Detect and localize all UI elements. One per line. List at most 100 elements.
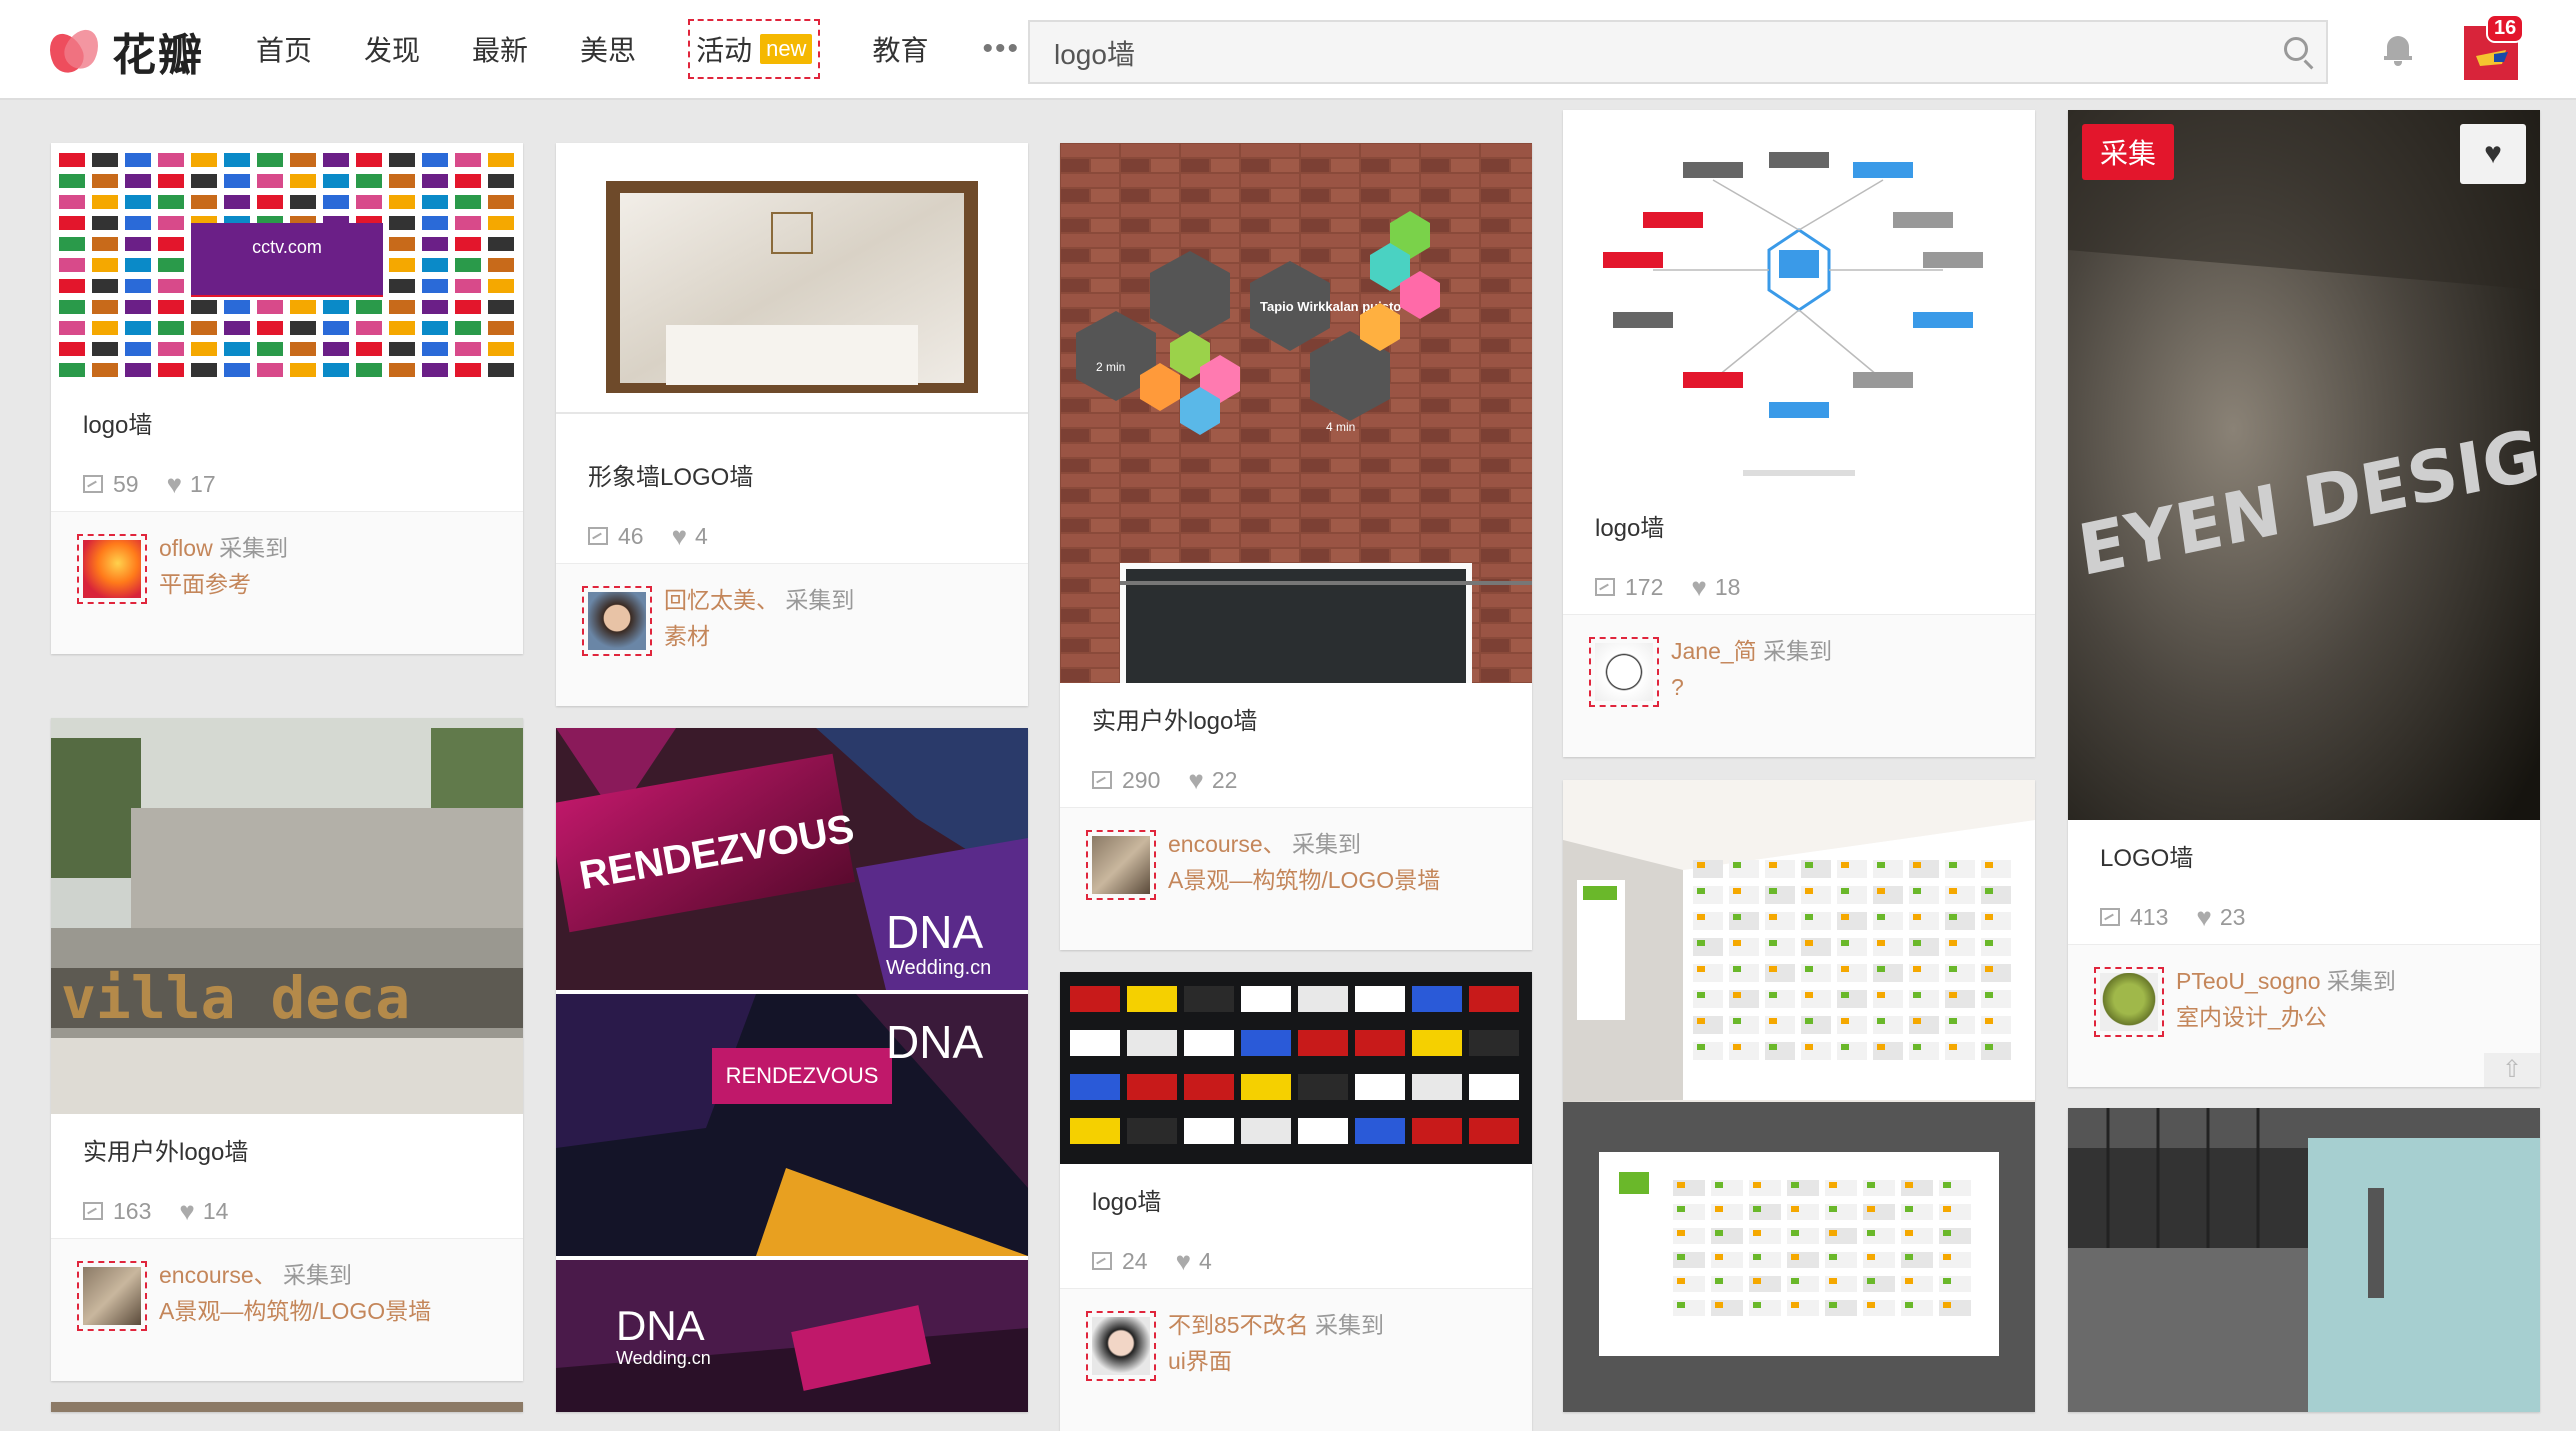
notification-count-badge: 16 <box>2486 14 2525 43</box>
user-avatar[interactable] <box>1589 637 1659 707</box>
dna-sub-text-3: Wedding.cn <box>616 1348 711 1368</box>
user-link[interactable]: PTeoU_sogno <box>2176 968 2321 994</box>
pin-card[interactable]: Tapio Wirkkalan puisto 2 min 4 min 实用户外l… <box>1060 143 1532 950</box>
action-text: 采集到 <box>1314 1312 1384 1338</box>
board-link[interactable]: ui界面 <box>1168 1343 1384 1379</box>
pin-card[interactable]: EYEN DESIGN 采集 ♥ LOGO墙 413 ♥ 23 PTeoU_sog… <box>2068 110 2540 1087</box>
like-count: 18 <box>1714 573 1741 600</box>
pin-title[interactable]: logo墙 <box>1563 490 2035 560</box>
repin-count: 172 <box>1625 573 1664 600</box>
dna-sub-text: Wedding.cn <box>886 957 991 979</box>
user-avatar[interactable] <box>2094 967 2164 1037</box>
user-avatar[interactable] <box>77 1261 147 1331</box>
nav-latest[interactable]: 最新 <box>472 29 528 69</box>
user-link[interactable]: 不到85不改名 <box>1168 1312 1309 1338</box>
pin-title[interactable]: logo墙 <box>51 387 523 457</box>
pin-image[interactable] <box>1563 780 2035 1412</box>
nav-meisi[interactable]: 美思 <box>580 29 636 69</box>
user-avatar[interactable] <box>77 534 147 604</box>
repin-icon <box>588 527 608 545</box>
pin-via: Jane_简 采集到? <box>1563 614 2035 757</box>
logo-text: 花瓣 <box>112 30 204 81</box>
user-avatar[interactable] <box>1086 1311 1156 1381</box>
pin-card[interactable] <box>1563 780 2035 1412</box>
search-icon[interactable] <box>2284 37 2308 61</box>
action-text: 采集到 <box>219 535 289 561</box>
pin-via: 不到85不改名 采集到 ui界面 <box>1060 1288 1532 1431</box>
board-link[interactable]: A景观—构筑物/LOGO景墙 <box>1168 862 1440 898</box>
nav-activity[interactable]: 活动 new <box>688 19 821 79</box>
more-icon[interactable]: ••• <box>982 32 1020 66</box>
heart-icon: ♥ <box>671 520 688 551</box>
like-count: 4 <box>695 522 708 549</box>
pin-card[interactable]: 形象墙LOGO墙 46 ♥ 4 回忆太美、 采集到 素材 <box>556 143 1028 706</box>
pin-image[interactable] <box>51 1402 523 1412</box>
collect-button[interactable]: 采集 <box>2082 124 2175 180</box>
pin-title[interactable]: 形象墙LOGO墙 <box>556 439 1028 509</box>
pin-via: PTeoU_sogno 采集到 室内设计_办公 ⇧ <box>2068 944 2540 1087</box>
cctv-text: cctv.com <box>252 237 322 257</box>
pin-stats: 290 ♥ 22 <box>1060 753 1532 807</box>
user-avatar[interactable] <box>1086 830 1156 900</box>
share-icon[interactable]: ⇧ <box>2484 1053 2540 1087</box>
min2-text: 2 min <box>1096 360 1125 374</box>
top-bar: 花瓣 首页 发现 最新 美思 活动new 教育 ••• 16 <box>0 0 2576 100</box>
like-count: 4 <box>1199 1247 1212 1274</box>
pin-card[interactable] <box>51 1402 523 1412</box>
pin-card[interactable]: cctv.com logo墙 59 ♥ 17 oflow 采集到平面参考 <box>51 143 523 654</box>
search-box <box>1028 20 2328 84</box>
pin-image[interactable]: EYEN DESIGN 采集 ♥ <box>2068 110 2540 820</box>
pin-card[interactable]: logo墙 172 ♥ 18 Jane_简 采集到? <box>1563 110 2035 757</box>
bell-icon[interactable] <box>2384 34 2412 66</box>
like-button[interactable]: ♥ <box>2460 124 2526 184</box>
nav-activity-label: 活动 <box>696 35 753 66</box>
heart-icon: ♥ <box>1691 571 1707 602</box>
pin-image[interactable]: cctv.com <box>51 143 523 387</box>
pin-image[interactable]: RENDEZVOUS DNA Wedding.cn RENDEZVOUS DNA… <box>556 728 1028 1412</box>
user-link[interactable]: 回忆太美、 <box>664 587 779 613</box>
repin-icon <box>83 1202 103 1220</box>
board-link[interactable]: 素材 <box>664 618 854 654</box>
nav-discover[interactable]: 发现 <box>364 29 420 69</box>
like-count: 14 <box>202 1197 229 1224</box>
pin-via: encourse、 采集到 A景观—构筑物/LOGO景墙 <box>51 1238 523 1381</box>
pin-stats: 59 ♥ 17 <box>51 457 523 511</box>
board-link[interactable]: 室内设计_办公 <box>2176 999 2396 1035</box>
user-link[interactable]: Jane_简 <box>1671 638 1757 664</box>
action-text: 采集到 <box>1292 831 1362 857</box>
pin-image[interactable] <box>556 143 1028 439</box>
pin-card[interactable] <box>2068 1108 2540 1412</box>
board-link[interactable]: ? <box>1671 669 1832 705</box>
pin-stats: 24 ♥ 4 <box>1060 1234 1532 1288</box>
new-badge: new <box>760 34 813 64</box>
rendezvous-sign-text: RENDEZVOUS <box>726 1063 879 1088</box>
user-avatar[interactable] <box>582 586 652 656</box>
pin-title[interactable]: 实用户外logo墙 <box>51 1114 523 1184</box>
pin-title[interactable]: logo墙 <box>1060 1164 1532 1234</box>
pin-card[interactable]: RENDEZVOUS DNA Wedding.cn RENDEZVOUS DNA… <box>556 728 1028 1412</box>
repin-icon <box>83 475 103 493</box>
logo[interactable]: 花瓣 <box>43 24 204 81</box>
board-link[interactable]: A景观—构筑物/LOGO景墙 <box>159 1293 431 1329</box>
pin-image[interactable]: villa deca <box>51 718 523 1114</box>
user-link[interactable]: encourse、 <box>1168 831 1286 857</box>
search-input[interactable] <box>1030 22 2256 84</box>
action-text: 采集到 <box>283 1262 353 1288</box>
pin-title[interactable]: LOGO墙 <box>2068 820 2540 890</box>
pin-card[interactable]: villa deca 实用户外logo墙 163 ♥ 14 encourse、 采… <box>51 718 523 1381</box>
pin-via: 回忆太美、 采集到 素材 <box>556 563 1028 706</box>
pin-image[interactable] <box>2068 1108 2540 1412</box>
nav-home[interactable]: 首页 <box>256 29 312 69</box>
board-link[interactable]: 平面参考 <box>159 566 288 602</box>
repin-icon <box>1092 1252 1112 1270</box>
pin-title[interactable]: 实用户外logo墙 <box>1060 683 1532 753</box>
repin-count: 46 <box>618 522 644 549</box>
pin-image[interactable]: Tapio Wirkkalan puisto 2 min 4 min <box>1060 143 1532 683</box>
user-link[interactable]: oflow <box>159 535 213 561</box>
pin-stats: 413 ♥ 23 <box>2068 890 2540 944</box>
pin-image[interactable] <box>1060 972 1532 1164</box>
pin-card[interactable]: logo墙 24 ♥ 4 不到85不改名 采集到 ui界面 <box>1060 972 1532 1431</box>
user-link[interactable]: encourse、 <box>159 1262 277 1288</box>
nav-education[interactable]: 教育 <box>872 29 928 69</box>
pin-image[interactable] <box>1563 110 2035 490</box>
